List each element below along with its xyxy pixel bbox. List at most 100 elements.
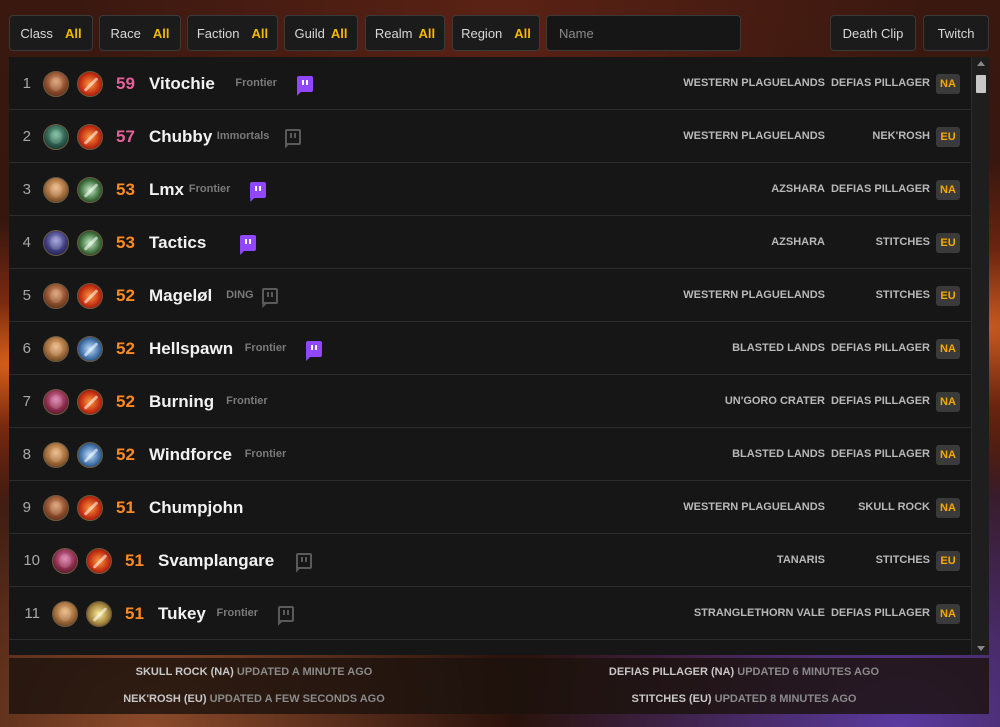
region-filter-value: All: [514, 25, 531, 41]
twitch-icon[interactable]: [240, 235, 257, 251]
level: 52: [116, 286, 135, 305]
guild-filter-label: Guild: [294, 25, 325, 41]
table-row[interactable]: 4 53 Tactics AZSHARA STITCHES EU: [9, 216, 971, 269]
table-row[interactable]: [9, 640, 971, 655]
level: 52: [116, 339, 135, 358]
region-filter-button[interactable]: Region All: [452, 15, 540, 51]
region-badge: NA: [936, 74, 960, 94]
status-nekrosh: NEK'ROSH (EU) UPDATED A FEW SECONDS AGO: [9, 693, 499, 705]
player-name[interactable]: Windforce: [149, 428, 232, 481]
realm-name: DEFIAS PILLAGER: [830, 395, 930, 407]
rank-number: 2: [22, 128, 31, 145]
player-name[interactable]: Vitochie: [149, 57, 215, 110]
race-icon: [43, 177, 69, 203]
realm-name: NEK'ROSH: [872, 130, 930, 142]
level: 59: [116, 74, 135, 93]
realm-name: SKULL ROCK: [858, 501, 930, 513]
guild-filter-value: All: [330, 25, 348, 41]
class-filter-button[interactable]: Class All: [9, 15, 93, 51]
faction-filter-label: Faction: [196, 25, 240, 41]
race-icon: [43, 124, 69, 150]
status-realm-name: NEK'ROSH (EU): [123, 693, 207, 705]
twitch-icon[interactable]: [250, 182, 267, 198]
level: 52: [116, 392, 135, 411]
status-updated-text: UPDATED 8 MINUTES AGO: [714, 693, 857, 705]
class-icon: [77, 177, 103, 203]
player-name[interactable]: Burning: [149, 375, 214, 428]
scrollbar[interactable]: [971, 57, 989, 655]
twitch-icon[interactable]: [262, 288, 279, 304]
rank-number: 7: [22, 393, 31, 410]
faction-filter-button[interactable]: Faction All: [187, 15, 278, 51]
region-badge: NA: [936, 339, 960, 359]
race-filter-button[interactable]: Race All: [99, 15, 181, 51]
class-icon: [77, 283, 103, 309]
level: 57: [116, 127, 135, 146]
scroll-down-icon[interactable]: [977, 646, 985, 651]
table-row[interactable]: 10 51 Svamplangare TANARIS STITCHES EU: [9, 534, 971, 587]
table-row[interactable]: 1 59 Vitochie Frontier WESTERN PLAGUELANDS DE…: [9, 57, 971, 110]
player-name[interactable]: Tactics: [149, 216, 206, 269]
twitch-icon[interactable]: [306, 341, 323, 357]
twitch-icon[interactable]: [295, 553, 312, 569]
level: 51: [125, 604, 144, 623]
status-updated-text: UPDATED A MINUTE AGO: [236, 666, 373, 678]
region-badge: EU: [936, 127, 960, 147]
guild-filter-button[interactable]: Guild All: [284, 15, 358, 51]
table-row[interactable]: 7 52 Burning Frontier UN'GORO CRATER DEFIAS P…: [9, 375, 971, 428]
guild-name: Immortals: [216, 130, 270, 142]
player-name[interactable]: Chubby: [149, 110, 212, 163]
zone-name: BLASTED LANDS: [732, 342, 825, 354]
class-icon: [77, 336, 103, 362]
table-row[interactable]: 8 52 Windforce Frontier BLASTED LANDS DEFIAS …: [9, 428, 971, 481]
table-row[interactable]: 9 51 Chumpjohn WESTERN PLAGUELANDS SKULL ROC…: [9, 481, 971, 534]
rank-number: 4: [22, 234, 31, 251]
twitch-icon[interactable]: [277, 606, 294, 622]
region-badge: NA: [936, 392, 960, 412]
table-row[interactable]: 11 51 Tukey Frontier STRANGLETHORN VALE DEFIA…: [9, 587, 971, 640]
faction-filter-value: All: [251, 25, 269, 41]
death-clip-button[interactable]: Death Clip: [830, 15, 916, 51]
table-row[interactable]: 2 57 Chubby Immortals WESTERN PLAGUELANDS NEK…: [9, 110, 971, 163]
scrollbar-thumb[interactable]: [976, 75, 986, 93]
player-name[interactable]: Hellspawn: [149, 322, 233, 375]
status-updated-text: UPDATED 6 MINUTES AGO: [737, 666, 880, 678]
rank-number: 9: [22, 499, 31, 516]
class-filter-label: Class: [20, 25, 53, 41]
name-search-input[interactable]: [546, 15, 741, 51]
leaderboard-list: 1 59 Vitochie Frontier WESTERN PLAGUELANDS DE…: [9, 57, 989, 655]
rank-number: 11: [24, 605, 40, 622]
race-filter-value: All: [152, 25, 170, 41]
player-name[interactable]: Chumpjohn: [149, 481, 243, 534]
realm-name: DEFIAS PILLAGER: [830, 183, 930, 195]
zone-name: AZSHARA: [771, 236, 825, 248]
player-name[interactable]: Lmx: [149, 163, 184, 216]
filter-bar: Class All Race All Faction All Guild All Rea…: [9, 15, 989, 51]
twitch-button[interactable]: Twitch: [923, 15, 989, 51]
twitch-icon[interactable]: [284, 129, 301, 145]
player-name[interactable]: Svamplangare: [158, 534, 274, 587]
race-icon: [43, 389, 69, 415]
status-realm-name: SKULL ROCK (NA): [135, 666, 234, 678]
table-row[interactable]: 5 52 Mageløl DING WESTERN PLAGUELANDS STITCHE…: [9, 269, 971, 322]
class-icon: [86, 601, 112, 627]
race-icon: [43, 71, 69, 97]
class-icon: [86, 548, 112, 574]
status-updated-text: UPDATED A FEW SECONDS AGO: [209, 693, 385, 705]
zone-name: AZSHARA: [771, 183, 825, 195]
table-row[interactable]: 3 53 Lmx Frontier AZSHARA DEFIAS PILLAGER NA: [9, 163, 971, 216]
twitch-icon[interactable]: [296, 76, 313, 92]
player-name[interactable]: Tukey: [158, 587, 206, 640]
zone-name: WESTERN PLAGUELANDS: [683, 77, 825, 89]
realm-filter-button[interactable]: Realm All: [365, 15, 445, 51]
table-row[interactable]: 6 52 Hellspawn Frontier BLASTED LANDS DEFIAS …: [9, 322, 971, 375]
realm-status-footer: SKULL ROCK (NA) UPDATED A MINUTE AGO DEF…: [9, 658, 989, 714]
player-name[interactable]: Mageløl: [149, 269, 212, 322]
region-badge: NA: [936, 498, 960, 518]
realm-name: STITCHES: [875, 554, 930, 566]
status-realm-name: DEFIAS PILLAGER (NA): [608, 666, 735, 678]
status-stitches: STITCHES (EU) UPDATED 8 MINUTES AGO: [499, 693, 989, 705]
level: 52: [116, 445, 135, 464]
class-icon: [77, 71, 103, 97]
scroll-up-icon[interactable]: [977, 61, 985, 66]
